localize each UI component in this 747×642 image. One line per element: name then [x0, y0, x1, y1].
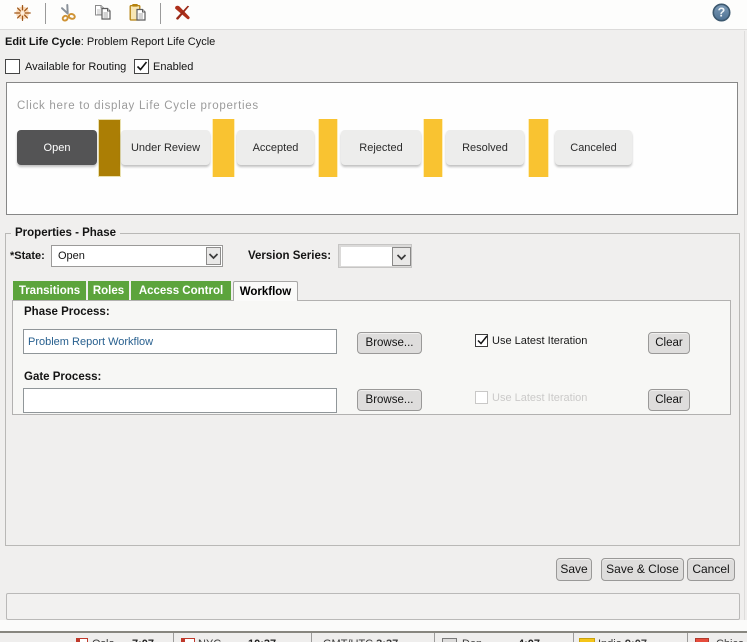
svg-text:?: ?: [718, 6, 726, 20]
